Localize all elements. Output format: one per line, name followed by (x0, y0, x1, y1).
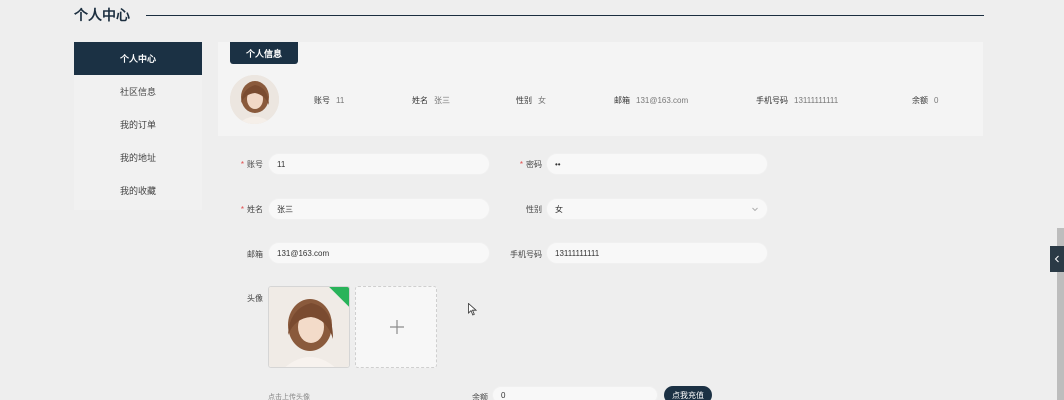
name-label-text: 姓名 (247, 205, 263, 214)
title-divider (146, 14, 984, 16)
info-name-value: 张三 (434, 96, 450, 105)
info-email-value: 131@163.com (636, 96, 689, 105)
info-name-label: 姓名 (412, 96, 428, 105)
mouse-cursor-icon (468, 303, 477, 316)
plus-icon (390, 320, 404, 334)
chevron-down-icon (752, 207, 758, 212)
side-panel-toggle[interactable] (1050, 246, 1064, 272)
profile-info-card: 个人信息 账号 11 姓名 张三 性别女 邮箱 131@163.com 手机号码 131… (218, 42, 983, 136)
page-header: 个人中心 (74, 4, 984, 26)
sidebar-item-favorites[interactable]: 我的收藏 (74, 174, 202, 207)
password-label: * 密码 (482, 159, 542, 170)
info-name: 姓名 张三 (412, 95, 450, 106)
password-label-text: 密码 (526, 160, 542, 169)
info-tab[interactable]: 个人信息 (230, 42, 298, 64)
avatar-upload-button[interactable] (355, 286, 437, 368)
recharge-button[interactable]: 点我充值 (664, 386, 712, 400)
required-mark: * (519, 160, 523, 169)
info-balance: 余额 0 (912, 95, 938, 106)
balance-label: 余额 (472, 393, 488, 400)
phone-label: 手机号码 (510, 250, 542, 259)
email-label: 邮箱 (247, 250, 263, 259)
info-account: 账号 11 (314, 95, 344, 106)
account-label: * 账号 (203, 159, 263, 170)
required-mark: * (240, 205, 244, 214)
info-email: 邮箱 131@163.com (614, 95, 688, 106)
avatar-photo-icon (230, 75, 279, 124)
info-phone-value: 13111111111 (794, 96, 839, 105)
info-account-label: 账号 (314, 96, 330, 105)
info-gender-label: 性别 (516, 96, 532, 105)
balance-input[interactable]: 0 (492, 386, 658, 400)
sidebar-item-orders[interactable]: 我的订单 (74, 108, 202, 141)
info-account-value: 11 (336, 96, 345, 105)
sidebar-item-community[interactable]: 社区信息 (74, 75, 202, 108)
email-input[interactable]: 131@163.com (268, 242, 490, 264)
info-balance-label: 余额 (912, 96, 928, 105)
avatar-label: 头像 (247, 294, 263, 303)
sidebar: 个人中心 社区信息 我的订单 我的地址 我的收藏 (74, 42, 202, 210)
required-mark: * (240, 160, 244, 169)
password-input[interactable]: •• (546, 153, 768, 175)
account-label-text: 账号 (247, 160, 263, 169)
gender-label: 性别 (526, 205, 542, 214)
sidebar-item-profile[interactable]: 个人中心 (74, 42, 202, 75)
info-gender: 性别女 (516, 95, 546, 106)
info-email-label: 邮箱 (614, 96, 630, 105)
chevron-left-icon (1054, 255, 1059, 263)
avatar (230, 75, 279, 124)
info-phone: 手机号码 13111111111 (756, 95, 838, 106)
name-input[interactable]: 张三 (268, 198, 490, 220)
avatar-preview[interactable] (268, 286, 350, 368)
sidebar-item-address[interactable]: 我的地址 (74, 141, 202, 174)
info-balance-value: 0 (934, 96, 939, 105)
info-gender-value: 女 (538, 96, 546, 105)
account-input[interactable]: 11 (268, 153, 490, 175)
upload-hint: 点击上传头像 (268, 394, 310, 400)
page-title: 个人中心 (74, 7, 130, 23)
name-label: * 姓名 (203, 204, 263, 215)
avatar-image-icon (269, 287, 349, 367)
phone-input[interactable]: 13111111111 (546, 242, 768, 264)
gender-select-value: 女 (555, 204, 563, 214)
info-phone-label: 手机号码 (756, 96, 788, 105)
gender-select[interactable]: 女 (546, 198, 768, 220)
